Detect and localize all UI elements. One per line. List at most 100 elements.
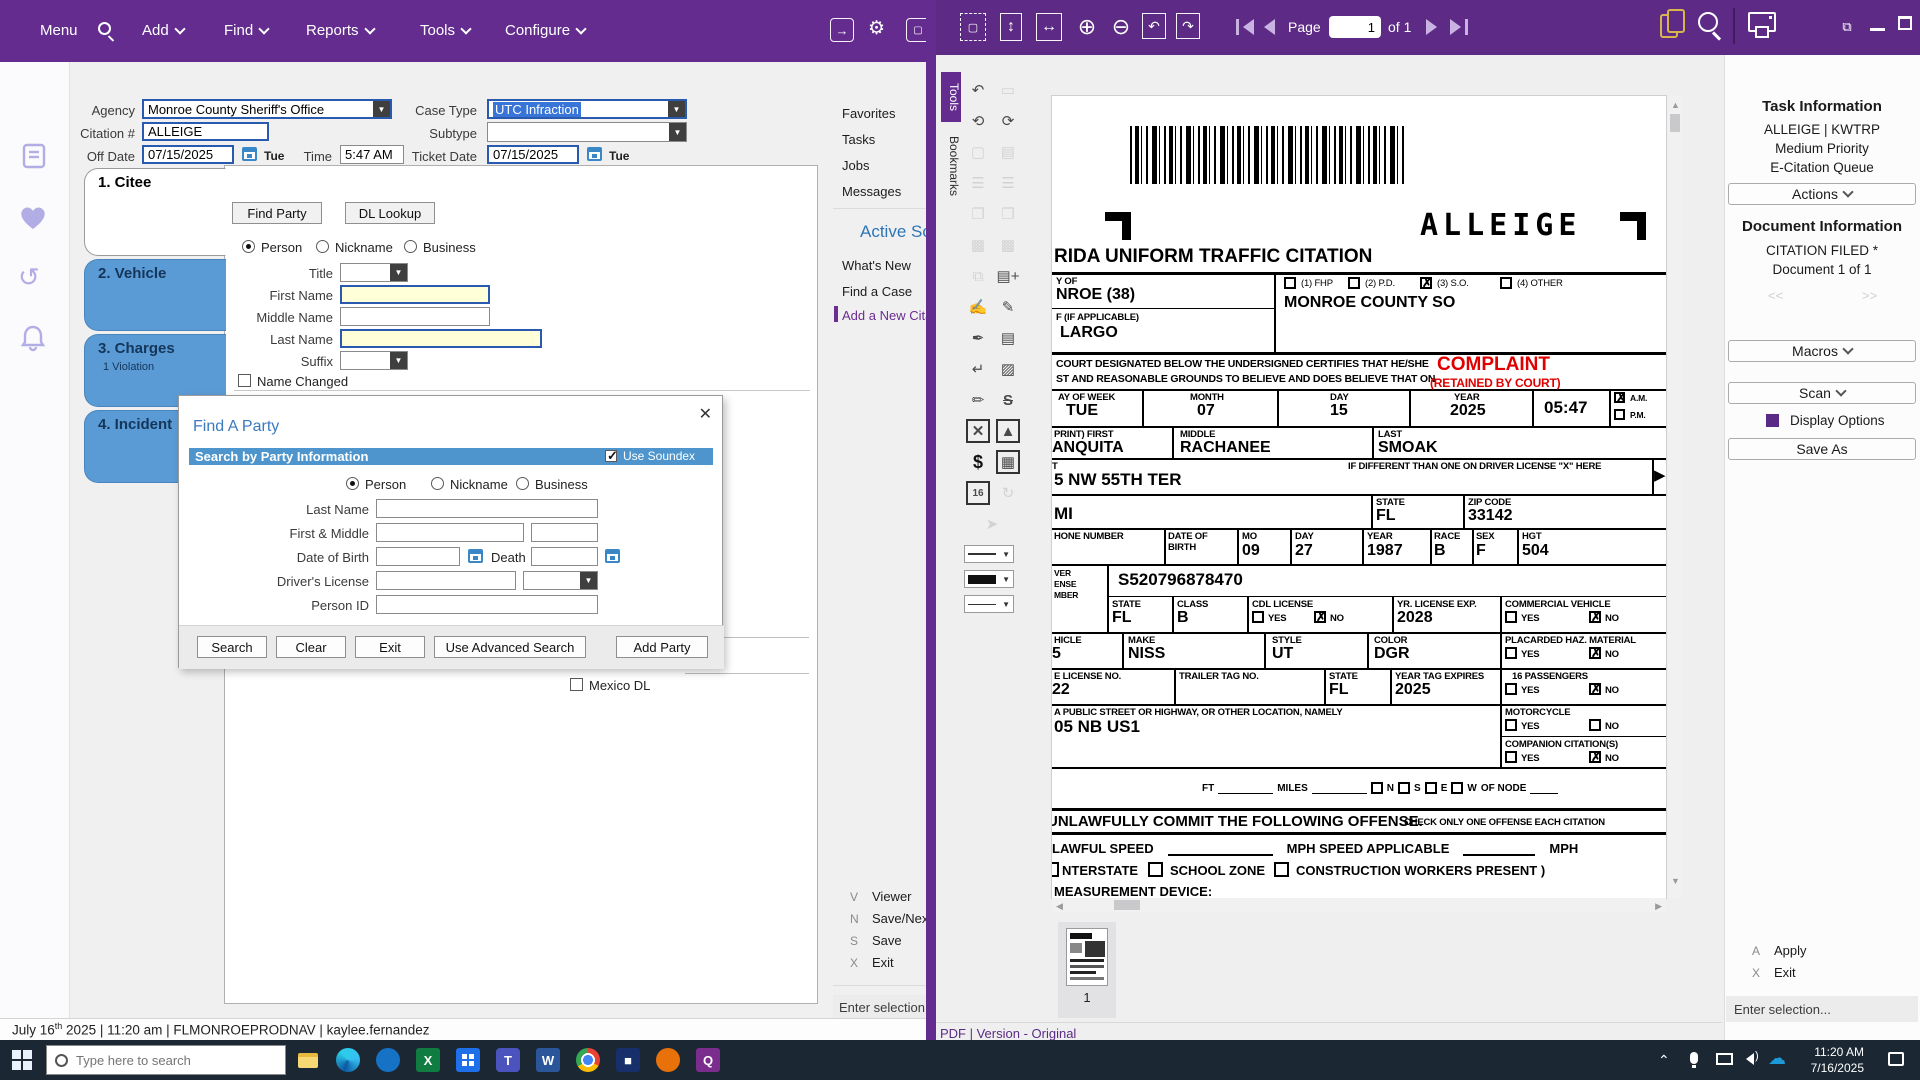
action-center-icon[interactable] (1888, 1052, 1904, 1066)
apply-action[interactable]: Apply (1774, 943, 1807, 958)
last-name-input[interactable] (340, 329, 542, 348)
scrollbar-thumb[interactable] (1670, 114, 1680, 132)
dollar-stamp-icon[interactable]: $ (966, 450, 990, 474)
ticket-date-input[interactable]: 07/15/2025 (487, 145, 579, 164)
dialog-person-id-input[interactable] (376, 595, 598, 614)
name-changed-checkbox[interactable] (238, 374, 251, 387)
citation-number-input[interactable]: ALLEIGE (142, 122, 269, 141)
sidebar-item-tasks[interactable]: Tasks (842, 132, 875, 147)
previous-document-button[interactable]: << (1768, 288, 1783, 303)
line-color-select[interactable]: ▼ (964, 570, 1014, 588)
heart-icon[interactable] (18, 204, 48, 232)
paste-icon[interactable]: ▭ (996, 78, 1020, 102)
display-icon[interactable] (1716, 1053, 1733, 1065)
shortcut-exit[interactable]: Exit (872, 955, 894, 970)
previous-page-button[interactable] (1264, 19, 1275, 40)
sidebar-item-jobs[interactable]: Jobs (842, 158, 869, 173)
compare-pages-icon[interactable]: ❐ (966, 202, 990, 226)
tab-tools[interactable]: Tools (941, 72, 961, 122)
scan-button[interactable]: Scan (1728, 382, 1916, 404)
tab-citee[interactable]: 1. Citee (84, 168, 226, 256)
page-thumbnail[interactable] (1066, 928, 1108, 986)
title-select[interactable]: ▼ (340, 263, 408, 282)
dialog-first-name-input[interactable] (376, 523, 524, 542)
menu-tools[interactable]: Tools (420, 22, 472, 39)
minimize-icon[interactable] (1870, 28, 1885, 31)
sidebar-item-add-new-citation[interactable]: Add a New Citati (842, 308, 932, 323)
dropdown-arrow-icon[interactable]: ▼ (669, 123, 686, 141)
first-name-input[interactable] (340, 285, 490, 304)
microphone-icon[interactable] (1690, 1052, 1698, 1068)
search-input[interactable] (76, 1052, 266, 1068)
edge-icon[interactable] (336, 1048, 360, 1072)
dropdown-arrow-icon[interactable]: ▼ (668, 101, 685, 117)
scroll-down-arrow[interactable]: ▼ (1671, 876, 1680, 886)
dropdown-arrow-icon[interactable]: ▼ (390, 352, 407, 369)
nickname-radio[interactable] (316, 240, 329, 253)
rotate-right-icon[interactable]: ⟳ (996, 109, 1020, 133)
extract-page-icon[interactable]: ▤ (996, 140, 1020, 164)
fit-width-icon[interactable]: ↔ (1036, 13, 1062, 41)
search-icon[interactable] (1698, 12, 1722, 41)
print-icon[interactable] (1748, 12, 1776, 38)
speaker-icon[interactable]: ) (1746, 1050, 1759, 1065)
add-party-button[interactable]: Add Party (616, 636, 708, 658)
strikeout-icon[interactable]: S (996, 388, 1020, 412)
highlight-area-icon[interactable]: ▨ (996, 357, 1020, 381)
middle-name-input[interactable] (340, 307, 490, 326)
fullscreen-icon[interactable]: ⧉ (1836, 16, 1858, 38)
file-explorer-icon[interactable] (296, 1048, 320, 1072)
chrome-icon[interactable] (576, 1048, 600, 1072)
refresh-icon[interactable]: ↻ (996, 481, 1020, 505)
close-icon[interactable]: ✕ (699, 404, 712, 424)
onedrive-cloud-icon[interactable]: ☁ (1768, 1048, 1786, 1069)
taskbar-search-box[interactable] (46, 1045, 286, 1075)
x-stamp-icon[interactable]: ✕ (966, 419, 990, 443)
dialog-dl-input[interactable] (376, 571, 516, 590)
clear-button[interactable]: Clear (276, 636, 346, 658)
despeckle-icon[interactable]: ▩ (996, 233, 1020, 257)
sidebar-item-messages[interactable]: Messages (842, 184, 901, 199)
app-icon-blue-grid[interactable] (456, 1048, 480, 1072)
calendar-icon[interactable] (468, 549, 483, 563)
rotate-right-icon[interactable]: ↷ (1176, 13, 1200, 39)
next-document-button[interactable]: >> (1862, 288, 1877, 303)
case-type-select[interactable]: UTC Infraction ▼ (487, 99, 687, 119)
use-advanced-search-button[interactable]: Use Advanced Search (434, 636, 586, 658)
fit-page-icon[interactable]: ▢ (960, 13, 986, 41)
search-icon[interactable] (98, 22, 111, 35)
dialog-middle-name-input[interactable] (531, 523, 598, 542)
open-panel-icon[interactable]: → (830, 18, 854, 42)
date-stamp-icon[interactable]: 16 (966, 481, 990, 505)
subtype-select[interactable]: ▼ (487, 122, 687, 142)
calendar-icon[interactable] (587, 147, 602, 161)
cursor-icon[interactable]: ➤ (980, 512, 1004, 536)
tray-expand-icon[interactable]: ⌃ (1658, 1052, 1670, 1069)
dropdown-arrow-icon[interactable]: ▼ (580, 572, 597, 589)
dialog-nickname-radio[interactable] (431, 477, 444, 490)
menu-button[interactable]: Menu (40, 22, 78, 39)
calendar-icon[interactable] (605, 549, 620, 563)
person-radio[interactable] (242, 240, 255, 253)
duplicate-icon[interactable]: ⧉ (966, 264, 990, 288)
find-party-button[interactable]: Find Party (232, 202, 322, 224)
compare-pages-icon[interactable]: ❐ (996, 202, 1020, 226)
delete-page-icon[interactable]: ▢ (966, 140, 990, 164)
last-page-button[interactable] (1450, 19, 1468, 35)
dialog-death-input[interactable] (531, 547, 598, 566)
edit-doc-icon[interactable]: ▤ (996, 326, 1020, 350)
settings-gear-icon[interactable]: ⚙ (868, 17, 885, 40)
return-arrow-icon[interactable]: ↵ (966, 357, 990, 381)
line-width-select[interactable]: ▼ (964, 595, 1014, 613)
zoom-out-icon[interactable]: ⊖ (1108, 13, 1134, 41)
add-text-icon[interactable]: ▤+ (996, 264, 1020, 288)
mexico-dl-checkbox[interactable] (570, 678, 583, 691)
add-note-icon[interactable]: ✍ (966, 295, 990, 319)
next-page-button[interactable] (1426, 19, 1437, 40)
shortcut-save[interactable]: Save (872, 933, 902, 948)
scroll-left-arrow[interactable]: ◀ (1056, 901, 1063, 912)
dl-lookup-button[interactable]: DL Lookup (345, 202, 435, 224)
dropdown-arrow-icon[interactable]: ▼ (373, 101, 390, 117)
history-icon[interactable]: ↺ (18, 262, 40, 293)
scroll-right-arrow[interactable]: ▶ (1655, 901, 1662, 912)
